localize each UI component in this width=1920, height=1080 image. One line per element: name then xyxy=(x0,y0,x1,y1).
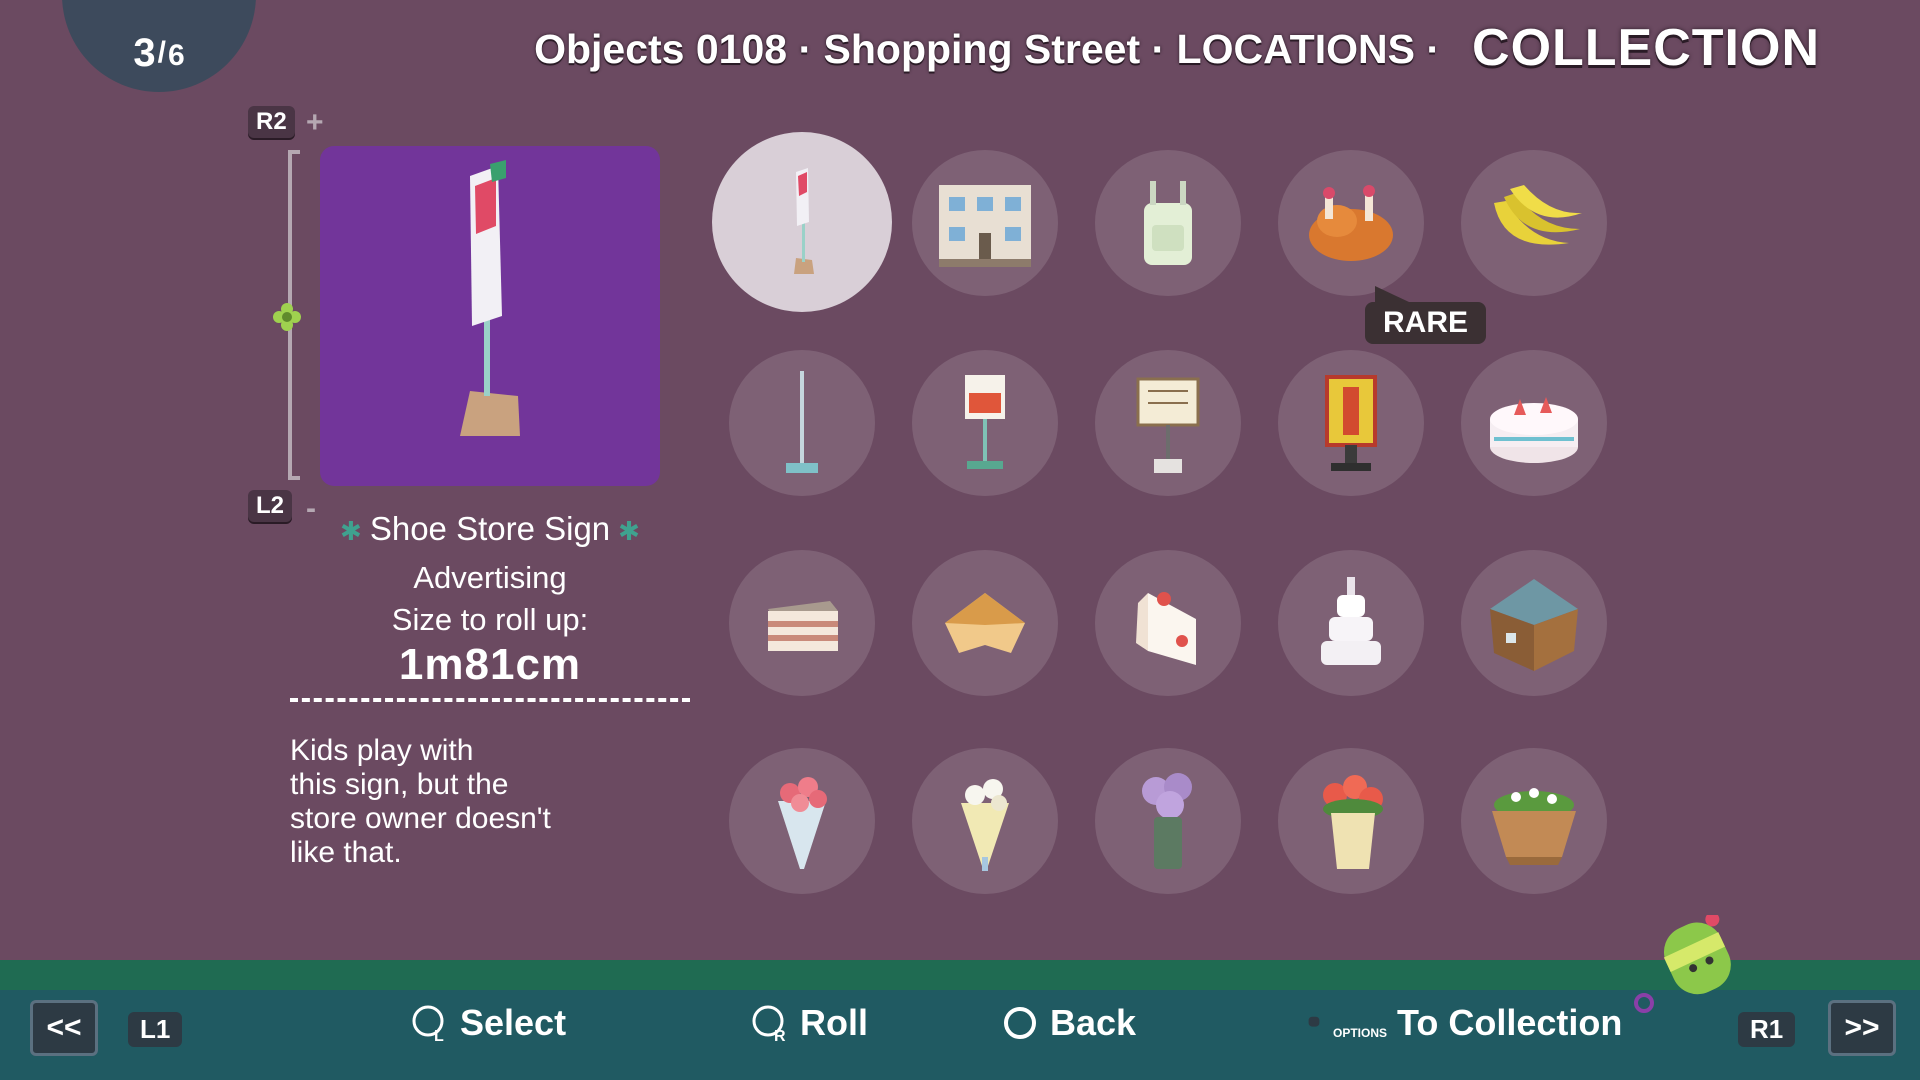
grid-item[interactable] xyxy=(1278,550,1424,696)
grid-item[interactable] xyxy=(1278,748,1424,894)
lily-bouquet-icon xyxy=(961,779,1009,871)
rare-badge: RARE xyxy=(1365,286,1487,344)
item-name-text: Shoe Store Sign xyxy=(369,510,611,547)
page-total: 6 xyxy=(167,39,185,72)
cheesecake-icon xyxy=(945,593,1025,653)
sale-sign-icon xyxy=(965,375,1005,469)
item-description: Kids play with this sign, but the store … xyxy=(290,734,551,869)
breadcrumb: Objects 0108 · Shopping Street · LOCATIO… xyxy=(534,26,1440,72)
select-label: Select xyxy=(460,1002,567,1043)
grid-item[interactable] xyxy=(1278,150,1424,296)
r1-button[interactable]: R1 xyxy=(1738,1012,1796,1047)
options-button-icon xyxy=(1308,1016,1320,1027)
grid-item[interactable] xyxy=(1095,150,1241,296)
grid-item[interactable] xyxy=(912,550,1058,696)
page-current: 3 xyxy=(133,30,156,75)
to-collection-label: To Collection xyxy=(1397,1002,1623,1043)
svg-text:L: L xyxy=(434,1028,444,1043)
l1-button[interactable]: L1 xyxy=(128,1012,183,1047)
left-stick-icon: L xyxy=(412,1005,444,1043)
prince-character-icon xyxy=(1634,915,1731,1013)
select-hint[interactable]: L Select xyxy=(410,1002,566,1044)
options-label: OPTIONS xyxy=(1333,1026,1388,1040)
item-name: ✱ Shoe Store Sign ✱ xyxy=(320,510,660,548)
zoom-slider-knob-icon[interactable] xyxy=(270,300,304,334)
prev-page-button[interactable]: << xyxy=(30,1000,98,1056)
shoe-store-sign-icon xyxy=(794,168,814,274)
size-value: 1m81cm xyxy=(398,640,582,689)
grid-item[interactable] xyxy=(712,132,892,312)
flower-icon: ✱ xyxy=(618,516,640,546)
roll-hint[interactable]: R Roll xyxy=(750,1002,868,1044)
house-icon xyxy=(1490,579,1578,671)
shortcake-slice-icon xyxy=(1136,592,1196,665)
flower-icon: ✱ xyxy=(340,516,362,546)
back-label: Back xyxy=(1050,1002,1137,1043)
grid-item[interactable] xyxy=(1095,550,1241,696)
grid-item[interactable] xyxy=(729,748,875,894)
circle-button-icon xyxy=(1004,1007,1036,1039)
page-title: COLLECTION xyxy=(1472,19,1820,77)
grid-item[interactable] xyxy=(1095,748,1241,894)
rose-bouquet-icon xyxy=(778,777,827,869)
grid-item[interactable] xyxy=(912,748,1058,894)
roll-label: Roll xyxy=(800,1002,868,1043)
page-separator: / xyxy=(157,36,166,69)
next-page-button[interactable]: >> xyxy=(1828,1000,1896,1056)
planter-icon xyxy=(1492,788,1576,865)
wedding-cake-icon xyxy=(1321,577,1381,665)
roast-chicken-icon xyxy=(1309,185,1393,261)
layer-cake-slice-icon xyxy=(768,601,838,651)
svg-text:R: R xyxy=(774,1028,786,1043)
menu-board-icon xyxy=(1136,377,1200,473)
restaurant-sign-icon xyxy=(1325,375,1377,471)
grid-item[interactable] xyxy=(912,150,1058,296)
right-stick-icon: R xyxy=(752,1005,786,1043)
item-category: Advertising xyxy=(413,560,567,595)
zoom-out-symbol: - xyxy=(306,492,316,525)
back-hint[interactable]: Back xyxy=(1000,1002,1136,1044)
zoom-out-button[interactable]: L2 xyxy=(248,490,293,522)
zoom-in-symbol: + xyxy=(306,106,324,139)
grid-item[interactable] xyxy=(1461,150,1607,296)
backpack-icon xyxy=(1144,181,1192,265)
grid-item[interactable] xyxy=(1461,550,1607,696)
item-preview[interactable] xyxy=(320,146,660,486)
flower-pot-icon xyxy=(1323,775,1383,869)
divider xyxy=(290,698,690,702)
page-counter: 3 / 6 xyxy=(62,0,256,92)
grid-item[interactable] xyxy=(1095,350,1241,496)
to-collection-hint[interactable]: OPTIONS To Collection xyxy=(1305,1002,1622,1044)
grid-item[interactable] xyxy=(1461,748,1607,894)
banana-icon xyxy=(1494,185,1582,245)
zoom-in-button[interactable]: R2 xyxy=(248,106,295,138)
grid-item[interactable] xyxy=(1278,350,1424,496)
grid-item[interactable] xyxy=(729,550,875,696)
grid-item[interactable] xyxy=(912,350,1058,496)
pole-icon xyxy=(786,371,818,473)
cake-icon xyxy=(1490,397,1578,463)
hydrangea-vase-icon xyxy=(1142,773,1192,869)
building-icon xyxy=(939,185,1031,267)
shoe-store-sign-model-icon xyxy=(460,160,520,436)
grid-item[interactable] xyxy=(729,350,875,496)
size-label: Size to roll up: xyxy=(391,602,589,637)
grid-item[interactable] xyxy=(1461,350,1607,496)
